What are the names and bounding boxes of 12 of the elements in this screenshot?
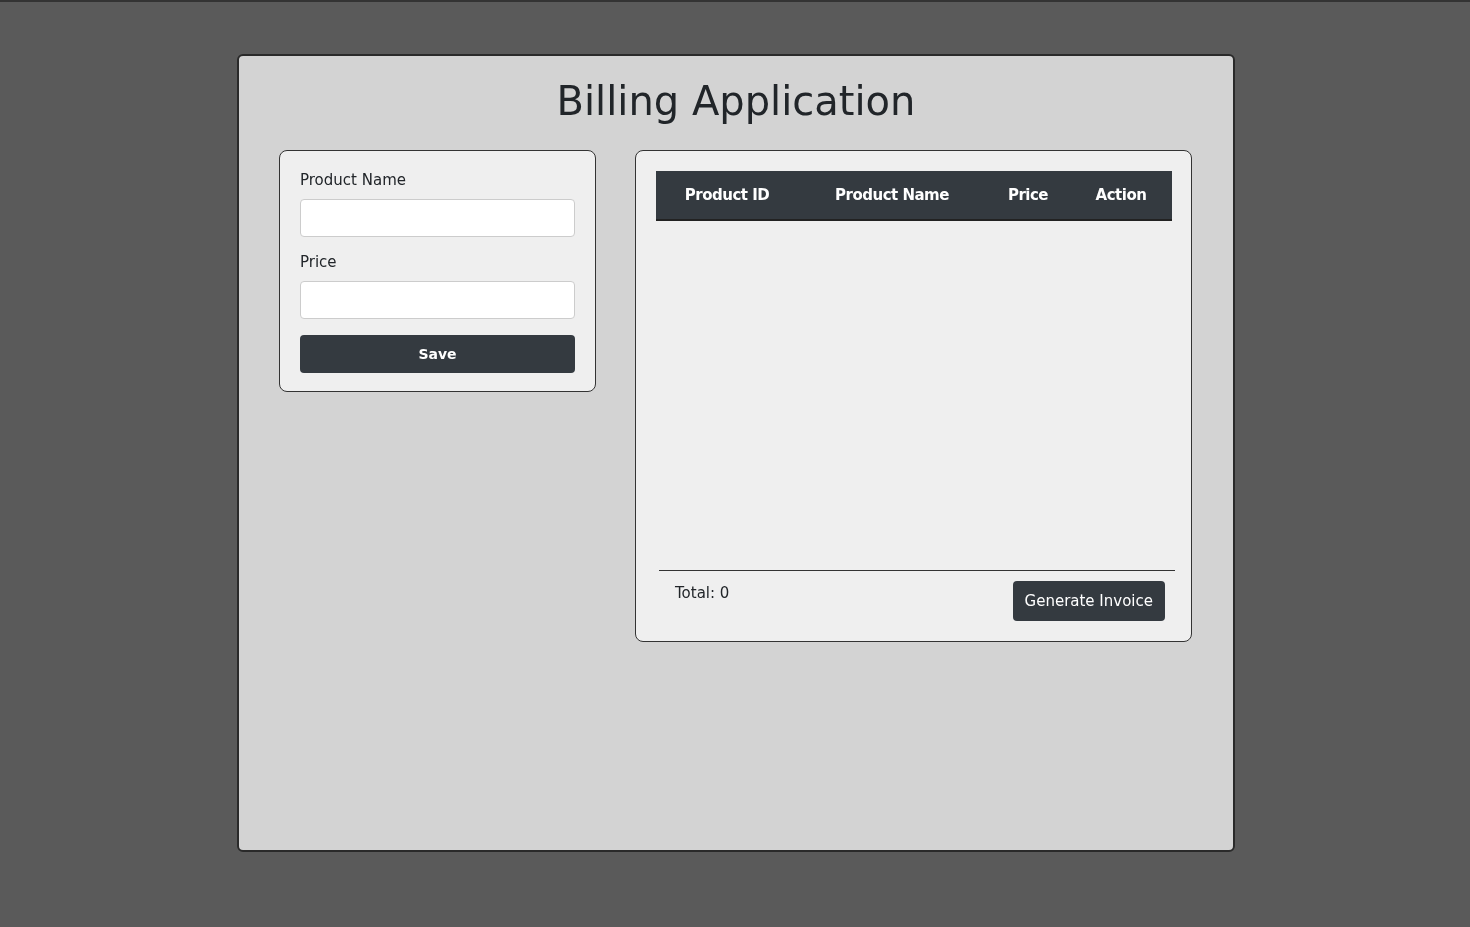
save-button[interactable]: Save: [300, 335, 575, 373]
page-title: Billing Application: [556, 77, 916, 126]
field-label: Product Name: [300, 171, 407, 189]
column-header: Product ID: [683, 186, 771, 204]
generate-invoice-button[interactable]: Generate Invoice: [1012, 581, 1165, 621]
column-header: Action: [1094, 186, 1148, 204]
input-field[interactable]: [300, 199, 575, 237]
field-label: Price: [300, 253, 338, 271]
column-header: Product Name: [834, 186, 950, 204]
column-header: Price: [1006, 186, 1050, 204]
input-field[interactable]: [300, 281, 575, 319]
total-text: Total: 0: [675, 584, 730, 604]
